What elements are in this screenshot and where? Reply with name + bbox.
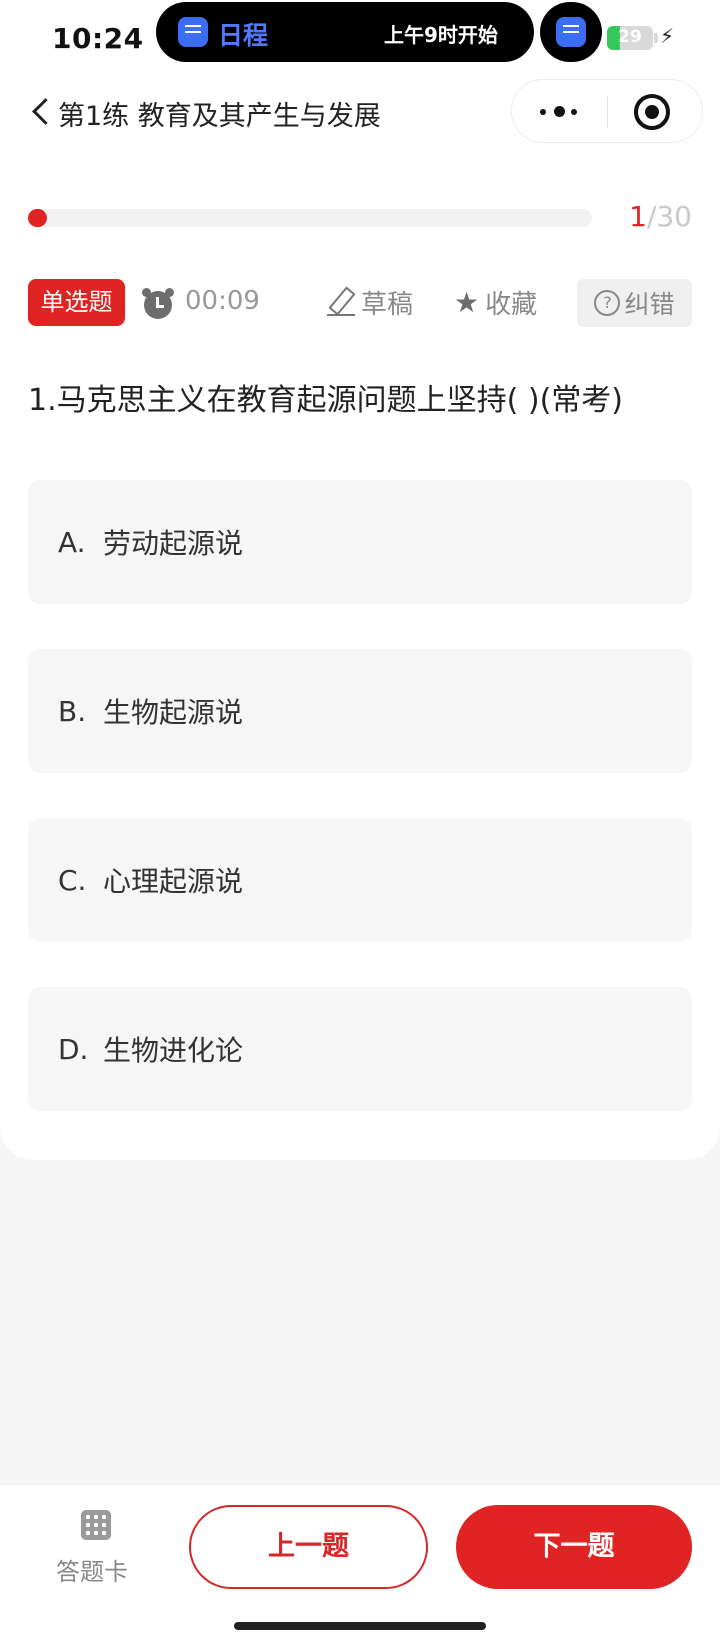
answer-card-label[interactable]: 答题卡: [56, 1552, 128, 1587]
option-text: 劳动起源说: [103, 527, 244, 560]
menu-capsule: [511, 79, 703, 143]
timer: 00:09: [185, 286, 260, 316]
prev-question-button[interactable]: 上一题: [189, 1505, 428, 1589]
calendar-app-icon: [178, 17, 208, 47]
home-indicator[interactable]: [234, 1622, 486, 1630]
pencil-icon: [327, 287, 355, 317]
capsule-divider: [607, 96, 608, 128]
grid-icon[interactable]: [81, 1510, 111, 1540]
next-question-button[interactable]: 下一题: [456, 1505, 692, 1589]
battery-level: 29: [618, 27, 642, 47]
option-letter: B.: [58, 694, 87, 728]
option-a[interactable]: A. 劳动起源说: [28, 480, 692, 604]
battery-cap: [654, 33, 658, 43]
calendar-app-icon: [556, 17, 586, 47]
report-error-button[interactable]: ? 纠错: [577, 279, 692, 327]
island-title: 日程: [218, 21, 269, 50]
option-letter: D.: [58, 1032, 89, 1066]
report-label: 纠错: [624, 290, 675, 319]
option-letter: C.: [58, 863, 87, 897]
draft-button[interactable]: 草稿: [327, 282, 413, 322]
draft-label: 草稿: [361, 289, 414, 320]
question-type-badge: 单选题: [28, 279, 125, 326]
screen: 10:24 日程 上午9时开始 29 ⚡ 第1练 教育及其产生与发展 1/30 …: [0, 0, 720, 1640]
island-detail: 上午9时开始: [384, 23, 498, 47]
status-time: 10:24: [52, 22, 144, 55]
favorite-button[interactable]: ★ 收藏: [454, 282, 537, 322]
page-title: 第1练 教育及其产生与发展: [58, 101, 381, 132]
option-d[interactable]: D. 生物进化论: [28, 987, 692, 1111]
alarm-icon: [142, 287, 174, 319]
charge-icon: ⚡: [660, 24, 675, 48]
progress-count: 1/30: [629, 200, 692, 233]
progress-total: /30: [646, 200, 692, 233]
option-text: 生物进化论: [103, 1034, 244, 1067]
question-text: 1.马克思主义在教育起源问题上坚持( )(常考): [28, 383, 623, 418]
help-icon: ?: [594, 290, 621, 316]
dynamic-island[interactable]: 日程 上午9时开始: [156, 2, 534, 62]
list-icon: [185, 25, 201, 39]
option-letter: A.: [58, 525, 86, 559]
progress-bar: [28, 209, 592, 227]
option-b[interactable]: B. 生物起源说: [28, 649, 692, 773]
alarm-face: [144, 291, 172, 319]
island-bubble[interactable]: [540, 2, 602, 62]
list-icon: [563, 25, 579, 39]
progress-fill: [28, 209, 47, 227]
back-icon[interactable]: [28, 96, 52, 126]
more-icon[interactable]: [540, 104, 580, 120]
option-c[interactable]: C. 心理起源说: [28, 818, 692, 942]
progress-current: 1: [629, 200, 647, 233]
favorite-label: 收藏: [485, 289, 538, 320]
option-text: 生物起源说: [103, 696, 244, 729]
star-icon: ★: [454, 285, 480, 319]
close-target-icon[interactable]: [634, 94, 670, 130]
option-text: 心理起源说: [103, 865, 244, 898]
battery-icon: 29: [607, 26, 653, 50]
